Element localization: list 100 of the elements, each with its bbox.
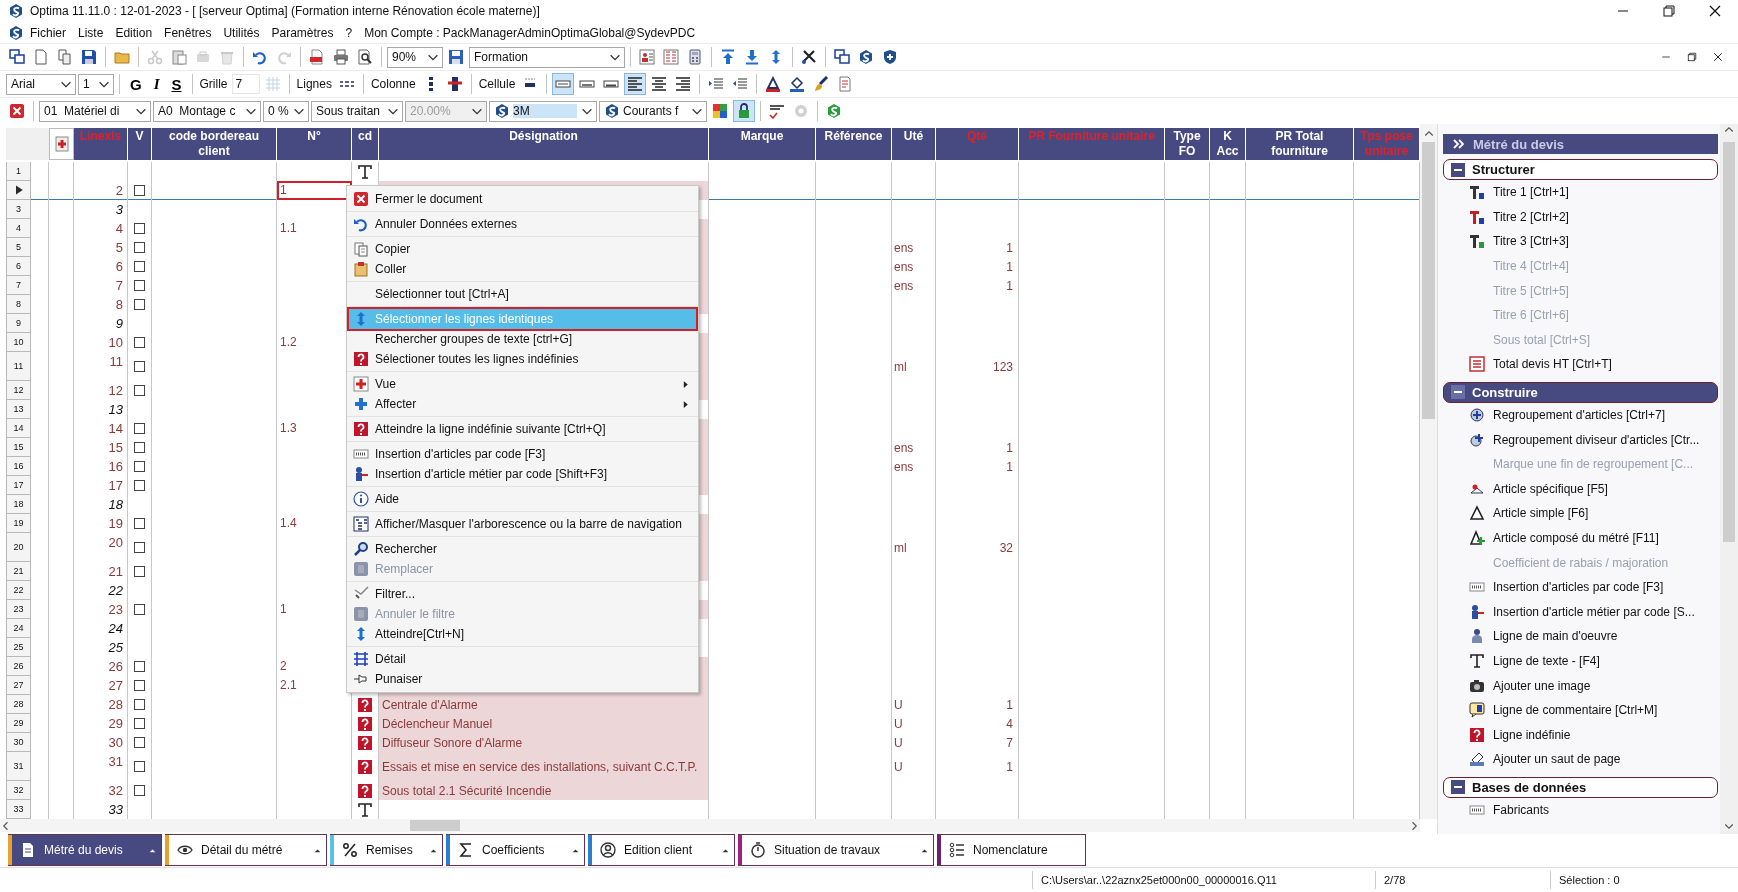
panel-item[interactable]: Insertion d'article métier par code [S...	[1443, 599, 1718, 625]
scrollbar-thumb[interactable]	[410, 820, 460, 831]
column-header[interactable]: Type FO	[1168, 129, 1206, 159]
checkbox[interactable]	[134, 737, 145, 748]
dropdown[interactable]: 3M	[489, 100, 597, 122]
table-row[interactable]: 32 32 Sous total 2.1 Sécurité Incendie	[6, 781, 1420, 800]
row-number[interactable]	[6, 181, 31, 200]
menu-item[interactable]: Fenêtres	[158, 25, 218, 40]
row-number[interactable]: 31	[6, 752, 31, 781]
checkbox[interactable]	[134, 280, 145, 291]
tab[interactable]: Métré du devis	[8, 834, 162, 866]
insert-row-icon[interactable]	[53, 136, 70, 152]
lock-button[interactable]	[733, 100, 755, 122]
row-number[interactable]: 27	[6, 676, 31, 695]
contact-card-icon[interactable]	[636, 46, 658, 68]
row-number[interactable]: 32	[6, 781, 31, 800]
dropdown[interactable]: 01 Matériel di	[39, 100, 151, 122]
panel-item[interactable]: Ligne de texte - [F4]	[1443, 648, 1718, 674]
checkbox[interactable]	[134, 542, 145, 553]
italic-button[interactable]: I	[148, 73, 165, 95]
column-header[interactable]: Uté	[895, 129, 932, 144]
row-number[interactable]: 12	[6, 381, 31, 400]
panel-item[interactable]: Titre 1 [Ctrl+1]	[1443, 180, 1718, 205]
row-number[interactable]: 22	[6, 581, 31, 600]
section-header[interactable]: Structurer	[1443, 159, 1718, 180]
menu-item[interactable]: Aide	[349, 489, 696, 509]
checkbox[interactable]	[134, 518, 145, 529]
panel-item[interactable]: Ligne de commentaire [Ctrl+M]	[1443, 697, 1718, 723]
panel-header[interactable]: Métré du devis	[1443, 134, 1718, 154]
dropdown[interactable]: Sous traitan	[311, 100, 403, 122]
panel-item[interactable]: Regroupement diviseur d'articles [Ctr...	[1443, 427, 1718, 452]
checkbox[interactable]	[134, 385, 145, 396]
panel-item[interactable]: Titre 2 [Ctrl+2]	[1443, 204, 1718, 230]
dropdown[interactable]: 1	[78, 73, 114, 95]
checkbox[interactable]	[134, 242, 145, 253]
tab[interactable]: Situation de travaux	[738, 834, 934, 866]
panel-item[interactable]: Fabricants	[1443, 797, 1718, 823]
checkbox[interactable]	[134, 604, 145, 615]
panel-item[interactable]: Article simple [F6]	[1443, 501, 1718, 526]
checkbox[interactable]	[134, 299, 145, 310]
section-header[interactable]: Bases de données	[1443, 776, 1718, 798]
input-field[interactable]: 7	[231, 74, 260, 94]
panel-item[interactable]: Ligne indéfinie	[1443, 722, 1718, 748]
menu-item[interactable]: Fichier	[24, 25, 72, 40]
scrollbar-thumb[interactable]	[1723, 142, 1735, 542]
column-header[interactable]: Référence	[819, 129, 888, 144]
dropdown[interactable]: Courants f	[599, 100, 707, 122]
row-number[interactable]: 7	[6, 276, 31, 295]
menu-item[interactable]: Paramètres	[265, 25, 340, 40]
row-number[interactable]: 13	[6, 400, 31, 419]
underline-button[interactable]: S	[166, 73, 187, 95]
checkbox[interactable]	[134, 480, 145, 491]
menu-item[interactable]: Sélectionner tout [Ctrl+A]	[349, 284, 696, 304]
row-number[interactable]: 26	[6, 657, 31, 676]
dropdown[interactable]: 90%	[387, 46, 443, 68]
column-header[interactable]: Désignation	[382, 129, 705, 144]
bold-button[interactable]: G	[125, 73, 147, 95]
scrollbar[interactable]	[1420, 124, 1437, 819]
table-row[interactable]: 31 31 Essais et mise en service des installations, suivant C.C.T.P. U 1	[6, 752, 1420, 781]
close-icon[interactable]	[1712, 51, 1724, 63]
panel-item[interactable]: Total devis HT [Ctrl+T]	[1443, 352, 1718, 377]
scrollbar[interactable]	[1720, 124, 1738, 834]
panel-item[interactable]: Regroupement d'articles [Ctrl+7]	[1443, 402, 1718, 428]
close-icon[interactable]	[1707, 3, 1723, 19]
column-header[interactable]: Marque	[712, 129, 812, 144]
checkbox[interactable]	[134, 785, 145, 796]
row-number[interactable]: 17	[6, 476, 31, 495]
row-number[interactable]: 10	[6, 333, 31, 352]
checkbox[interactable]	[134, 566, 145, 577]
checkbox[interactable]	[134, 337, 145, 348]
dropdown[interactable]: Arial	[6, 73, 76, 95]
panel-item[interactable]: Ajouter un saut de page	[1443, 747, 1718, 772]
checkbox[interactable]	[134, 223, 145, 234]
checkbox[interactable]	[134, 261, 145, 272]
checkbox[interactable]	[134, 461, 145, 472]
row-number[interactable]: 15	[6, 438, 31, 457]
tab[interactable]: Nomenclature	[937, 834, 1086, 866]
row-number[interactable]: 6	[6, 257, 31, 276]
panel-item[interactable]: Article spécifique [F5]	[1443, 476, 1718, 502]
restore-icon[interactable]	[1661, 3, 1677, 19]
logo-icon[interactable]	[8, 24, 24, 41]
checkbox[interactable]	[134, 680, 145, 691]
menu-item[interactable]: Copier	[349, 239, 696, 259]
menu-item[interactable]: Coller	[349, 259, 696, 279]
checkbox[interactable]	[134, 699, 145, 710]
tab[interactable]: Remises	[330, 834, 443, 866]
border-style-button[interactable]	[552, 73, 575, 95]
row-number[interactable]: 3	[6, 200, 31, 219]
row-number[interactable]: 23	[6, 600, 31, 619]
row-number[interactable]: 5	[6, 238, 31, 257]
tab[interactable]: Détail du métré	[165, 834, 327, 866]
row-number[interactable]: 8	[6, 295, 31, 314]
menu-item[interactable]: Utilités	[217, 25, 266, 40]
row-number[interactable]: 25	[6, 638, 31, 657]
tab[interactable]: Coefficients	[446, 834, 585, 866]
checkbox[interactable]	[134, 423, 145, 434]
checkbox[interactable]	[134, 761, 145, 772]
menu-item[interactable]: Sélectioner toutes les lignes indéfinies	[349, 349, 696, 369]
panel-item[interactable]: Ligne de main d'oeuvre	[1443, 624, 1718, 649]
menu-item[interactable]: Annuler Données externes	[349, 214, 696, 234]
